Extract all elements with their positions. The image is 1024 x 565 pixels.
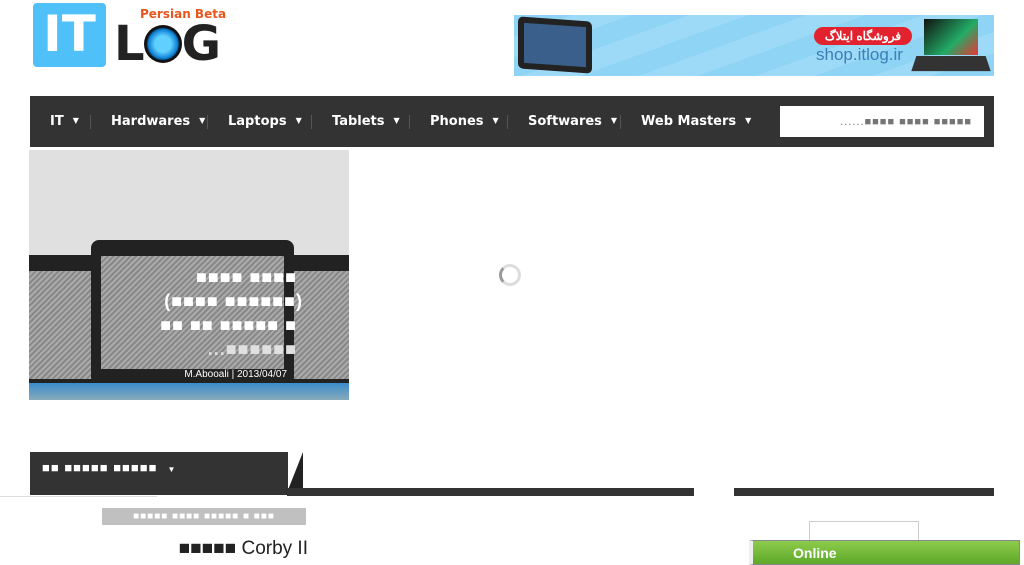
featured-slider[interactable]: ■■■■ ■■■■ (■■■■ ■■■■■■) ■■ ■■ ■■■■■ ■ ..… [29,150,349,400]
nav-item-hardwares[interactable]: Hardwares ▼ [111,114,205,129]
nav-item-web-masters[interactable]: Web Masters ▼ [641,114,751,129]
slide-caption[interactable]: ...■■■■■■ [208,337,297,361]
logo-log-text[interactable]: LG [114,20,221,68]
sidebar-divider [734,488,994,496]
chevron-down-icon: ▼ [393,116,400,125]
nav-item-laptops[interactable]: Laptops ▼ [228,114,302,129]
logo-lens-icon [143,25,182,63]
tablet-image [518,16,592,74]
chevron-down-icon: ▼ [492,116,499,125]
slide-caption[interactable]: ■■ ■■ ■■■■■ ■ [160,313,297,337]
logo-it-block[interactable]: IT [33,3,106,67]
post-title[interactable]: ■■■■■ Corby II [179,538,308,560]
shop-name: فروشگاه ایتلاگ [814,27,912,45]
slide-author-date: M.Abooali | 2013/04/07 [184,369,287,380]
nav-item-softwares[interactable]: Softwares ▼ [528,114,617,129]
logo-tagline: Persian Beta [140,7,227,21]
shop-url: shop.itlog.ir [816,45,903,64]
post-category-label[interactable]: ■■■■■ ■■■■ ■■■■■ ■ ■■■ [102,508,306,525]
slide-caption[interactable]: (■■■■ ■■■■■■) [164,289,303,313]
chevron-down-icon: ▼ [745,116,752,125]
chevron-down-icon: ▼ [295,116,302,125]
online-chat-bar[interactable]: Online [749,540,1020,565]
search-input[interactable] [780,106,984,137]
loading-spinner-icon [499,264,521,286]
nav-item-phones[interactable]: Phones ▼ [430,114,499,129]
logo-letter: G [181,16,221,72]
shop-banner[interactable]: فروشگاه ایتلاگ shop.itlog.ir [514,15,994,76]
section-tab[interactable]: ■■ ■■■■■ ■■■■■ ▼ [30,452,288,495]
chevron-down-icon: ▼ [167,465,177,474]
chevron-down-icon: ▼ [610,116,618,125]
chevron-down-icon: ▼ [199,116,206,125]
nav-item-it[interactable]: IT ▼ [50,114,79,129]
laptop-image [911,19,991,73]
chevron-down-icon: ▼ [72,116,79,125]
slide-caption[interactable]: ■■■■ ■■■■ [196,265,297,289]
logo-letter: L [114,16,145,72]
nav-item-tablets[interactable]: Tablets ▼ [332,114,400,129]
section-divider [287,488,694,496]
